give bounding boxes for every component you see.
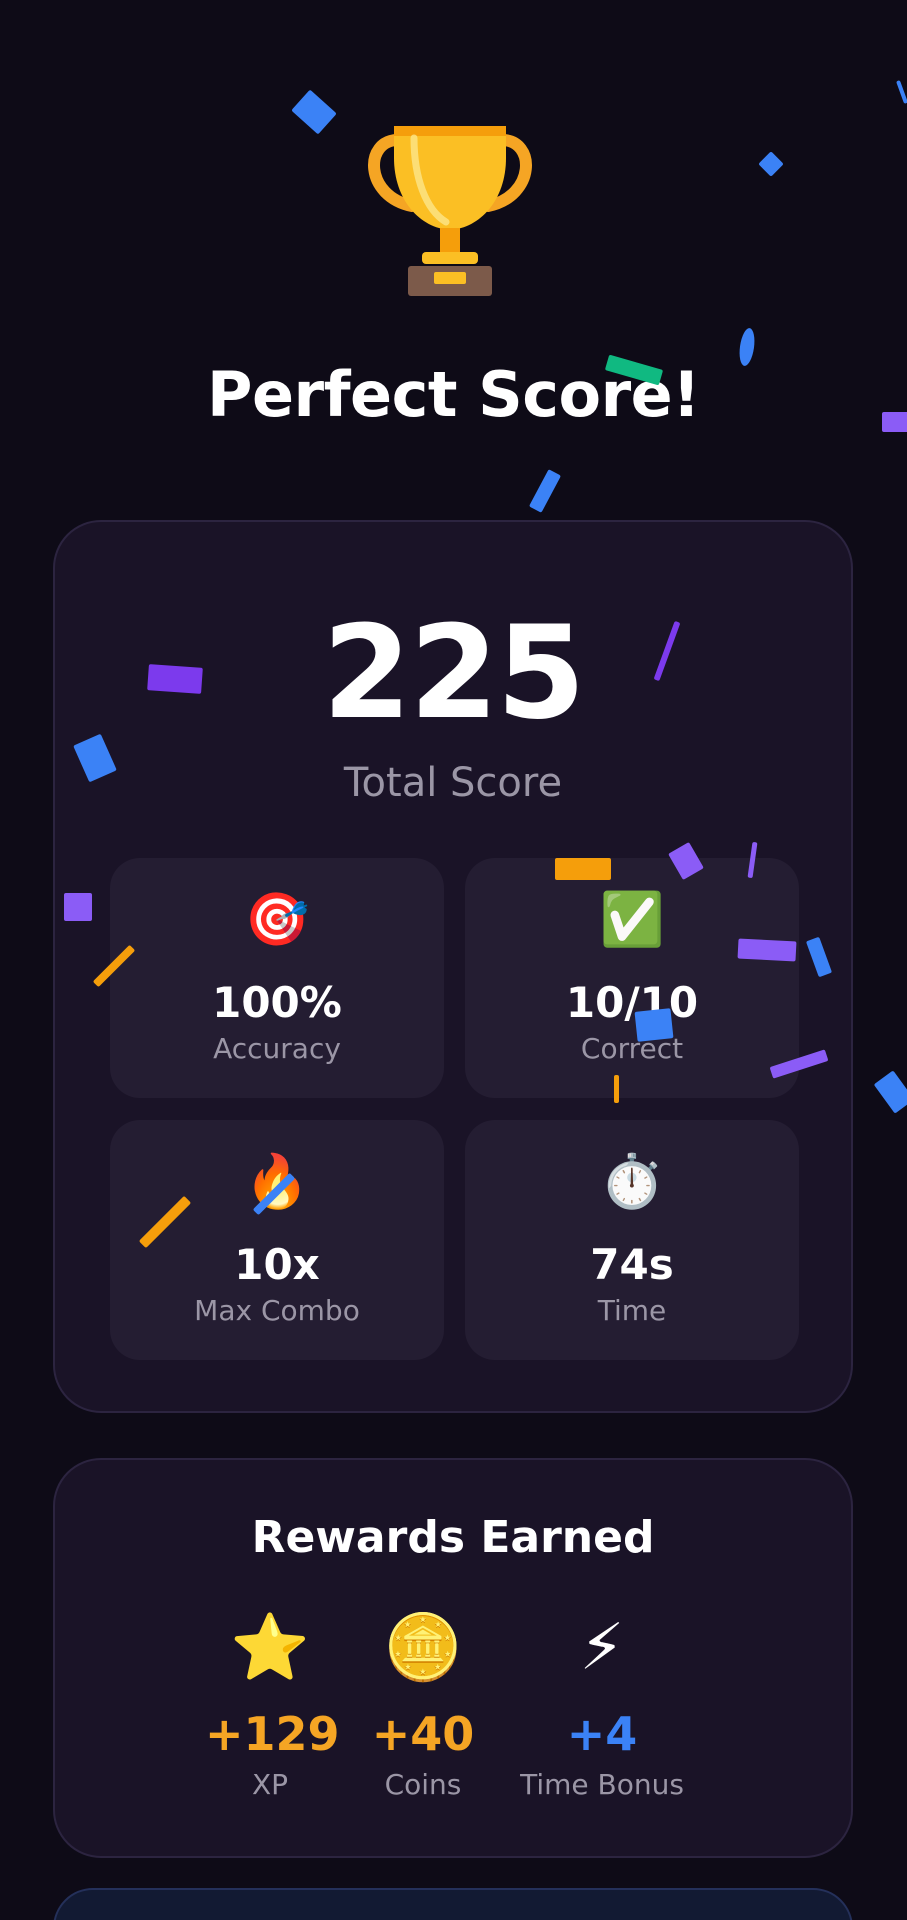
confetti-piece bbox=[758, 151, 784, 177]
reward-value: +40 bbox=[371, 1707, 475, 1761]
confetti-piece bbox=[614, 1075, 619, 1103]
stat-label: Time bbox=[597, 1294, 667, 1327]
total-score-label: Total Score bbox=[343, 760, 563, 806]
stat-value: 74s bbox=[590, 1240, 674, 1289]
lightning-icon: ⚡ bbox=[579, 1611, 625, 1685]
rewards-card: Rewards Earned ⭐ +129 XP 🪙 +40 Coins ⚡ +… bbox=[53, 1458, 853, 1858]
next-card[interactable] bbox=[53, 1888, 853, 1920]
stat-tile-correct: ✅ 10/10 Correct bbox=[465, 858, 799, 1098]
confetti-piece bbox=[291, 89, 337, 135]
reward-value: +129 bbox=[205, 1707, 340, 1761]
star-icon: ⭐ bbox=[230, 1611, 310, 1685]
target-icon: 🎯 bbox=[244, 890, 310, 950]
page-title: Perfect Score! bbox=[207, 358, 700, 431]
confetti-piece bbox=[555, 858, 611, 880]
confetti-piece bbox=[634, 1008, 674, 1042]
stat-label: Correct bbox=[580, 1032, 684, 1065]
confetti-piece bbox=[64, 893, 92, 921]
stat-value: 10x bbox=[234, 1240, 320, 1289]
results-screen: Perfect Score! 225 Total Score 🎯 100% Ac… bbox=[0, 0, 907, 1920]
stat-label: Max Combo bbox=[194, 1294, 360, 1327]
stat-tile-max-combo: 🔥 10x Max Combo bbox=[110, 1120, 444, 1360]
reward-coins: 🪙 +40 Coins bbox=[358, 1610, 488, 1801]
reward-label: Coins bbox=[384, 1768, 462, 1801]
confetti-piece bbox=[882, 412, 907, 432]
confetti-piece bbox=[737, 938, 797, 962]
stat-tile-time: ⏱️ 74s Time bbox=[465, 1120, 799, 1360]
reward-label: XP bbox=[251, 1768, 289, 1801]
confetti-piece bbox=[896, 80, 907, 104]
stat-value: 10/10 bbox=[565, 978, 699, 1027]
confetti-piece bbox=[873, 1070, 907, 1114]
coin-icon: 🪙 bbox=[383, 1611, 463, 1685]
trophy-icon bbox=[360, 118, 540, 303]
reward-value: +4 bbox=[566, 1707, 638, 1761]
stat-tile-accuracy: 🎯 100% Accuracy bbox=[110, 858, 444, 1098]
stat-value: 100% bbox=[212, 978, 342, 1027]
reward-label: Time Bonus bbox=[520, 1768, 684, 1801]
reward-time-bonus: ⚡ +4 Time Bonus bbox=[507, 1610, 697, 1801]
reward-xp: ⭐ +129 XP bbox=[205, 1610, 340, 1801]
fire-icon: 🔥 bbox=[244, 1152, 310, 1212]
confetti-piece bbox=[147, 664, 203, 694]
score-card: 225 Total Score 🎯 100% Accuracy ✅ 10/10 … bbox=[53, 520, 853, 1413]
stat-label: Accuracy bbox=[213, 1032, 341, 1065]
confetti-piece bbox=[528, 469, 562, 513]
rewards-title: Rewards Earned bbox=[251, 1512, 655, 1563]
stopwatch-icon: ⏱️ bbox=[599, 1152, 665, 1212]
